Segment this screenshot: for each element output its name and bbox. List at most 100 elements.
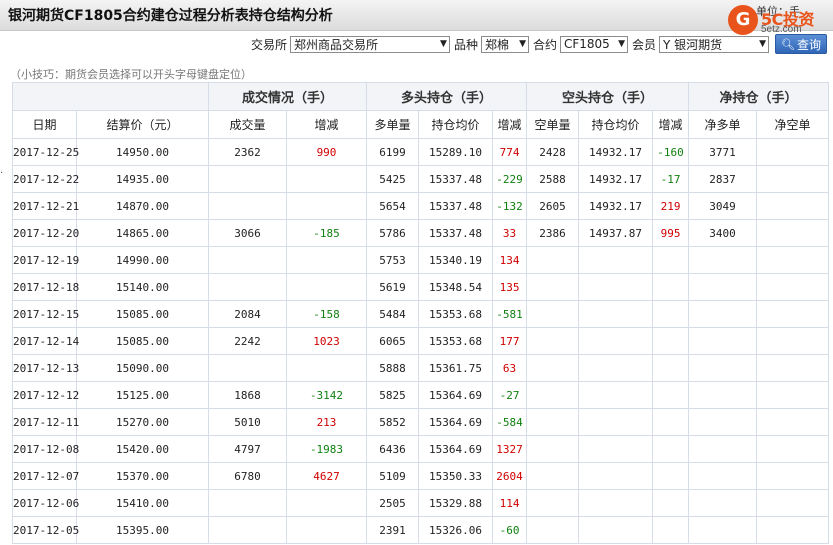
- cell-short-chg: [652, 246, 690, 274]
- cell-long-qty: 5753: [366, 246, 420, 274]
- cell-net-short: [756, 435, 830, 463]
- logo-mark-icon: G: [728, 5, 758, 35]
- variety-value: 郑棉: [484, 37, 509, 52]
- cell-long-chg: -132: [492, 192, 528, 220]
- table-row: 2017-12-12 15125.00 1868 -3142 5825 15364.69-…: [12, 381, 830, 409]
- cell-settle: 14935.00: [76, 165, 209, 193]
- cell-volume-chg: -158: [285, 300, 368, 328]
- cell-net-short: [756, 489, 830, 517]
- cell-volume: 2084: [208, 300, 287, 328]
- cell-long-avg: 15337.48: [418, 165, 494, 193]
- cell-long-qty: 6199: [366, 138, 420, 166]
- cell-short-chg: [652, 327, 690, 355]
- cell-net-short: [756, 327, 830, 355]
- cell-volume-chg: [285, 273, 368, 301]
- cell-volume: [208, 516, 287, 544]
- variety-select[interactable]: 郑棉 ▼: [480, 35, 529, 53]
- cell-short-qty: [526, 516, 580, 544]
- cell-volume-chg: [285, 246, 368, 274]
- cell-short-chg: [652, 300, 690, 328]
- chevron-down-icon: ▼: [759, 39, 767, 49]
- cell-long-chg: 177: [492, 327, 528, 355]
- cell-long-qty: 5825: [366, 381, 420, 409]
- member-select[interactable]: Y 银河期货 ▼: [659, 35, 770, 53]
- cell-settle: 14990.00: [76, 246, 209, 274]
- table-row: 2017-12-06 15410.00 2505 15329.88 114: [12, 489, 830, 517]
- cell-net-long: [688, 489, 758, 517]
- table-row: 2017-12-08 15420.00 4797 -1983 6436 15364.69 1…: [12, 435, 830, 463]
- cell-volume-chg: 213: [285, 408, 368, 436]
- cell-volume-chg: 990: [285, 138, 368, 166]
- cell-volume-chg: [285, 516, 368, 544]
- cell-volume-chg: -3142: [285, 381, 368, 409]
- cell-settle: 15090.00: [76, 354, 209, 382]
- cell-short-qty: [526, 408, 580, 436]
- table-row: 2017-12-11 15270.00 5010 213 5852 15364.69 -58…: [12, 408, 830, 436]
- cell-net-long: 3771: [688, 138, 758, 166]
- cell-long-avg: 15364.69: [418, 435, 494, 463]
- cell-settle: 15085.00: [76, 327, 209, 355]
- cell-volume: 6780: [208, 462, 287, 490]
- cell-volume: 5010: [208, 408, 287, 436]
- cell-date: 2017-12-13: [12, 354, 79, 382]
- cell-net-long: [688, 435, 758, 463]
- cell-long-avg: 15364.69: [418, 381, 494, 409]
- table-row: 2017-12-21 14870.00 5654 15337.48 -132 2605 14…: [12, 192, 830, 220]
- cell-short-avg: [578, 246, 654, 274]
- cell-net-short: [756, 138, 830, 166]
- cell-short-qty: [526, 489, 580, 517]
- cell-short-chg: [652, 273, 690, 301]
- cell-net-long: [688, 273, 758, 301]
- cell-long-avg: 15340.19: [418, 246, 494, 274]
- table-row: 2017-12-18 15140.00 5619 15348.54 135: [12, 273, 830, 301]
- cell-long-qty: 6436: [366, 435, 420, 463]
- cell-short-qty: 2605: [526, 192, 580, 220]
- cell-net-short: [756, 246, 830, 274]
- cell-short-avg: 14937.87: [578, 219, 654, 247]
- cell-short-chg: -17: [652, 165, 690, 193]
- cell-settle: 15085.00: [76, 300, 209, 328]
- exchange-select[interactable]: 郑州商品交易所 ▼: [289, 35, 450, 53]
- cell-long-avg: 15361.75: [418, 354, 494, 382]
- cell-short-qty: [526, 462, 580, 490]
- table-row: 2017-12-15 15085.00 2084 -158 5484 15353.68 -5…: [12, 300, 830, 328]
- query-button[interactable]: 🔍︎ 查询: [775, 34, 827, 54]
- cell-short-avg: [578, 273, 654, 301]
- variety-label: 品种: [453, 37, 478, 52]
- table-row: 2017-12-13 15090.00 5888 15361.75 63: [12, 354, 830, 382]
- cell-short-chg: 219: [652, 192, 690, 220]
- title-bar: 银河期货CF1805合约建仓过程分析表持仓结构分析 单位：手: [0, 0, 833, 31]
- col-volume: 成交量: [208, 110, 287, 139]
- cell-settle: 15140.00: [76, 273, 209, 301]
- cell-short-qty: [526, 354, 580, 382]
- cell-net-long: [688, 516, 758, 544]
- contract-select[interactable]: CF1805 ▼: [560, 35, 628, 53]
- cell-short-avg: [578, 327, 654, 355]
- cell-long-chg: -581: [492, 300, 528, 328]
- cell-settle: 14865.00: [76, 219, 209, 247]
- table-row: 2017-12-07 15370.00 6780 4627 5109 15350.33 26…: [12, 462, 830, 490]
- cell-short-chg: [652, 354, 690, 382]
- cell-date: 2017-12-07: [12, 462, 79, 490]
- contract-label: 合约: [532, 37, 557, 52]
- cell-volume: [208, 165, 287, 193]
- cell-long-chg: 134: [492, 246, 528, 274]
- chevron-down-icon: ▼: [519, 39, 526, 49]
- cell-long-avg: 15329.88: [418, 489, 494, 517]
- cell-long-chg: 114: [492, 489, 528, 517]
- cell-short-qty: [526, 246, 580, 274]
- cell-long-qty: 5425: [366, 165, 420, 193]
- cell-long-chg: -584: [492, 408, 528, 436]
- table-body: 2017-12-25 14950.00 2362 990 6199 15289.10 774…: [12, 138, 830, 544]
- cell-long-qty: 5786: [366, 219, 420, 247]
- site-logo[interactable]: G 5C投资 5etz.com: [728, 5, 832, 37]
- cell-long-qty: 6065: [366, 327, 420, 355]
- cell-long-chg: 63: [492, 354, 528, 382]
- cell-long-avg: 15353.68: [418, 327, 494, 355]
- cell-volume-chg: 1023: [285, 327, 368, 355]
- cell-settle: 15370.00: [76, 462, 209, 490]
- cell-settle: 14950.00: [76, 138, 209, 166]
- cell-long-qty: 5888: [366, 354, 420, 382]
- cell-net-short: [756, 219, 830, 247]
- cell-volume: [208, 192, 287, 220]
